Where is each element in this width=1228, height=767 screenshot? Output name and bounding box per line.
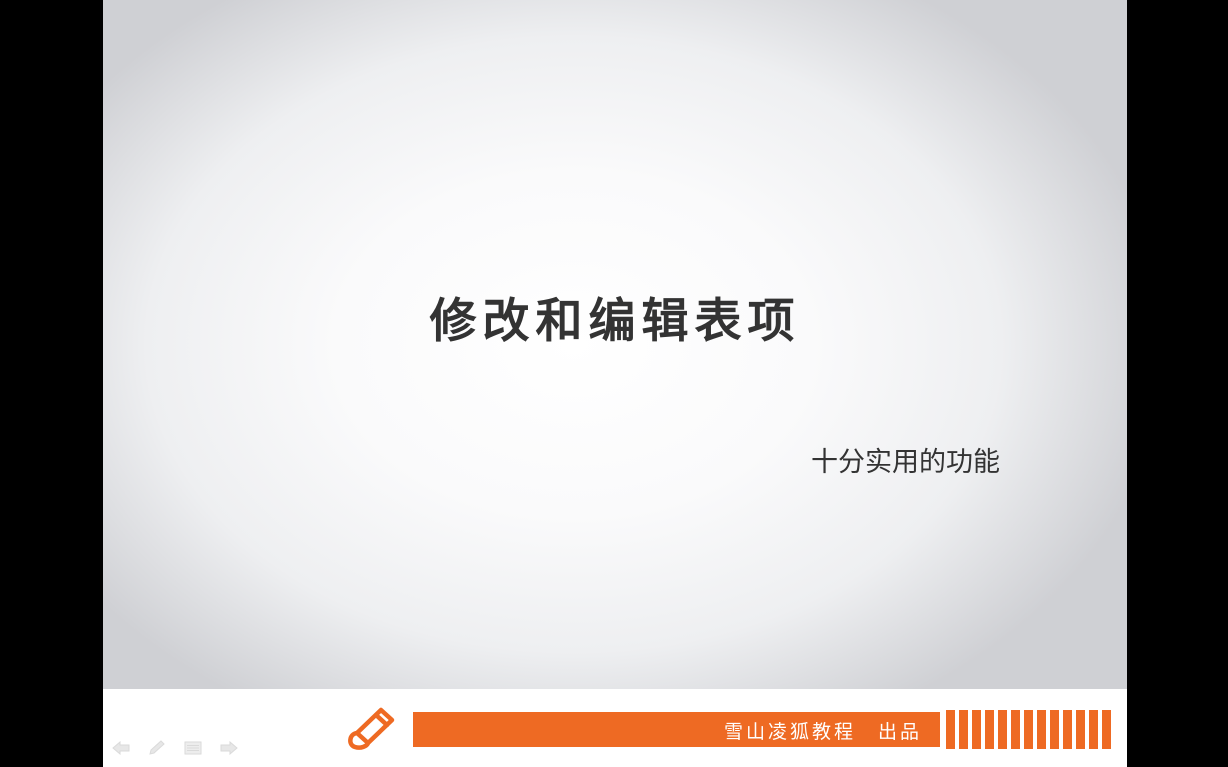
menu-icon[interactable] bbox=[183, 740, 203, 756]
stripe bbox=[1102, 710, 1111, 749]
slide-title: 修改和编辑表项 bbox=[429, 294, 801, 349]
slide-subtitle: 十分实用的功能 bbox=[811, 447, 1000, 478]
presentation-viewport: 修改和编辑表项 十分实用的功能 雪山凌狐教程 出品 bbox=[0, 0, 1228, 767]
stripe-decoration bbox=[946, 710, 1127, 749]
stripe bbox=[998, 710, 1007, 749]
stripe bbox=[1089, 710, 1098, 749]
pencil-logo-icon bbox=[343, 704, 397, 754]
stripe bbox=[1063, 710, 1072, 749]
brand-bar: 雪山凌狐教程 出品 bbox=[413, 712, 940, 747]
stripe bbox=[1050, 710, 1059, 749]
stripe bbox=[985, 710, 994, 749]
stripe bbox=[972, 710, 981, 749]
arrow-left-icon[interactable] bbox=[111, 740, 131, 756]
slide-footer: 雪山凌狐教程 出品 bbox=[103, 689, 1127, 767]
pen-icon[interactable] bbox=[147, 740, 167, 756]
stripe bbox=[946, 710, 955, 749]
stripe bbox=[1076, 710, 1085, 749]
stripe bbox=[1037, 710, 1046, 749]
slide: 修改和编辑表项 十分实用的功能 雪山凌狐教程 出品 bbox=[103, 0, 1127, 767]
slideshow-nav-controls bbox=[111, 740, 239, 756]
stripe bbox=[959, 710, 968, 749]
arrow-right-icon[interactable] bbox=[219, 740, 239, 756]
stripe bbox=[1024, 710, 1033, 749]
brand-text: 雪山凌狐教程 出品 bbox=[723, 721, 922, 743]
stripe bbox=[1011, 710, 1020, 749]
